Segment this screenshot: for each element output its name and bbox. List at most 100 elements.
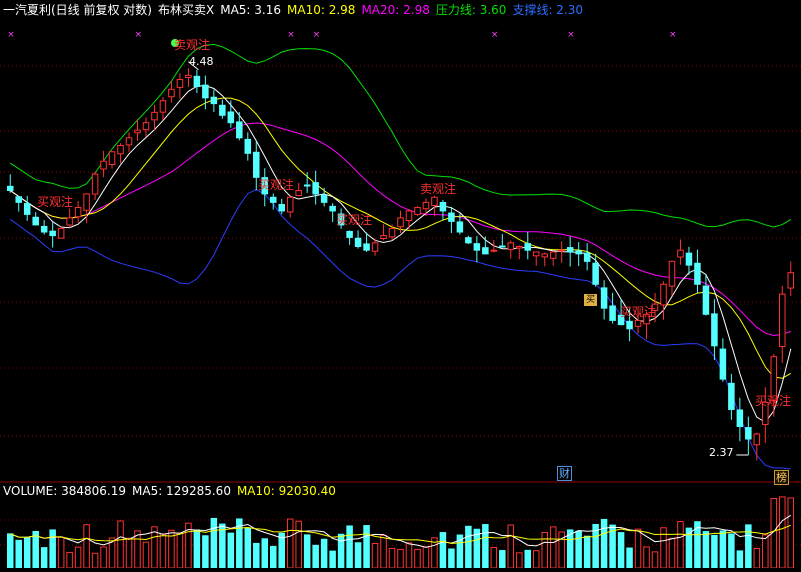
volume-bar [269, 545, 277, 569]
volume-bar [49, 529, 56, 569]
candle-body [711, 313, 718, 347]
candle-body [32, 216, 39, 226]
volume-bar [617, 532, 625, 569]
candle-body [482, 247, 489, 255]
volume-bar [91, 552, 99, 569]
volume-bar [532, 550, 540, 569]
candle-body [516, 245, 523, 249]
candle-body [465, 237, 472, 244]
volume-bar [414, 548, 421, 569]
candle-body [677, 249, 684, 258]
candle-body [787, 272, 795, 289]
low-price-note: 2.37 [709, 446, 734, 459]
volume-bar [651, 551, 659, 569]
candle-body [414, 206, 421, 215]
volume-bar [346, 525, 353, 569]
candle-body [575, 250, 582, 255]
candle-body [74, 206, 82, 218]
indicator-name[interactable]: 布林买卖X [158, 3, 214, 17]
event-marker: × [491, 30, 499, 40]
candle-body [541, 253, 548, 258]
volume-bar [176, 532, 184, 569]
candle-body [600, 287, 608, 309]
candle-body [236, 121, 243, 139]
volume-bar [312, 544, 319, 569]
volume-bar [736, 550, 744, 569]
candle-body [745, 427, 752, 440]
volume-bar [142, 541, 150, 569]
candle-body [592, 262, 599, 285]
volume-bar [490, 546, 498, 569]
volume-bar [465, 525, 472, 569]
volume-bar [600, 518, 608, 569]
volume-bar [711, 534, 718, 569]
stock-title[interactable]: 一汽夏利(日线 前复权 对数) [3, 3, 152, 17]
volume-bar [762, 534, 769, 569]
signal-label: 卖观注 [174, 38, 211, 52]
volume-bar [719, 530, 727, 569]
candle-body [558, 249, 565, 252]
candle-body [363, 243, 370, 251]
candle-body [125, 137, 133, 146]
volume-bar [57, 536, 65, 569]
buy-badge[interactable]: 买 [584, 294, 598, 306]
candle-body [473, 243, 481, 251]
candle-body [456, 221, 464, 233]
candle-body [185, 74, 192, 79]
volume-bar [286, 518, 294, 569]
candle-body [609, 305, 616, 321]
support-label: 支撑线: 2.30 [512, 3, 584, 17]
volume-bar [295, 520, 302, 569]
candle-body [193, 75, 201, 87]
ranking-badge[interactable]: 榜 [774, 470, 789, 485]
volume-bar [363, 525, 370, 569]
candle-body [524, 243, 532, 251]
candle-body [244, 138, 252, 154]
candle-body [219, 104, 226, 116]
candle-body [320, 194, 328, 203]
volume-bar [125, 537, 133, 569]
volume-bar [371, 543, 379, 569]
candle-body [660, 283, 667, 306]
volume-bar [66, 551, 73, 569]
volume-bar [549, 526, 557, 569]
volume-bar [117, 520, 124, 569]
volume-bar [643, 546, 650, 569]
volume-ma10-label: MA10: 92030.40 [236, 484, 336, 498]
candle-body [422, 201, 430, 210]
volume-bar [439, 532, 447, 569]
volume-bar [6, 533, 14, 569]
signal-label: 买观注 [620, 305, 657, 319]
candle-body [329, 205, 336, 212]
candle-body [6, 185, 14, 192]
candle-body [159, 100, 167, 113]
ma5-line [9, 85, 792, 423]
event-marker: × [287, 30, 295, 40]
volume-bar [244, 527, 252, 569]
volume-bar [753, 547, 761, 569]
candle-body [354, 237, 362, 247]
candle-body [431, 196, 438, 207]
volume-bar [219, 523, 226, 569]
candle-body [142, 122, 150, 131]
volume-bar [23, 537, 31, 569]
candle-body [49, 230, 56, 237]
volume-bar [329, 550, 336, 569]
candle-body [626, 320, 633, 330]
candle-body [23, 203, 31, 215]
candle-body [210, 96, 218, 105]
candle-body [40, 225, 48, 233]
volume-bar [227, 532, 235, 569]
volume-bar [448, 548, 455, 569]
candle-body [108, 151, 116, 166]
signal-label: 买观注 [755, 394, 792, 408]
candle-body [168, 88, 175, 98]
candle-body [227, 111, 235, 124]
volume-bar [337, 533, 345, 569]
candle-body [117, 145, 124, 155]
candle-body [269, 196, 277, 203]
event-marker: × [669, 30, 677, 40]
finance-badge[interactable]: 财 [557, 466, 572, 481]
event-marker: × [135, 30, 143, 40]
candle-body [100, 160, 107, 170]
